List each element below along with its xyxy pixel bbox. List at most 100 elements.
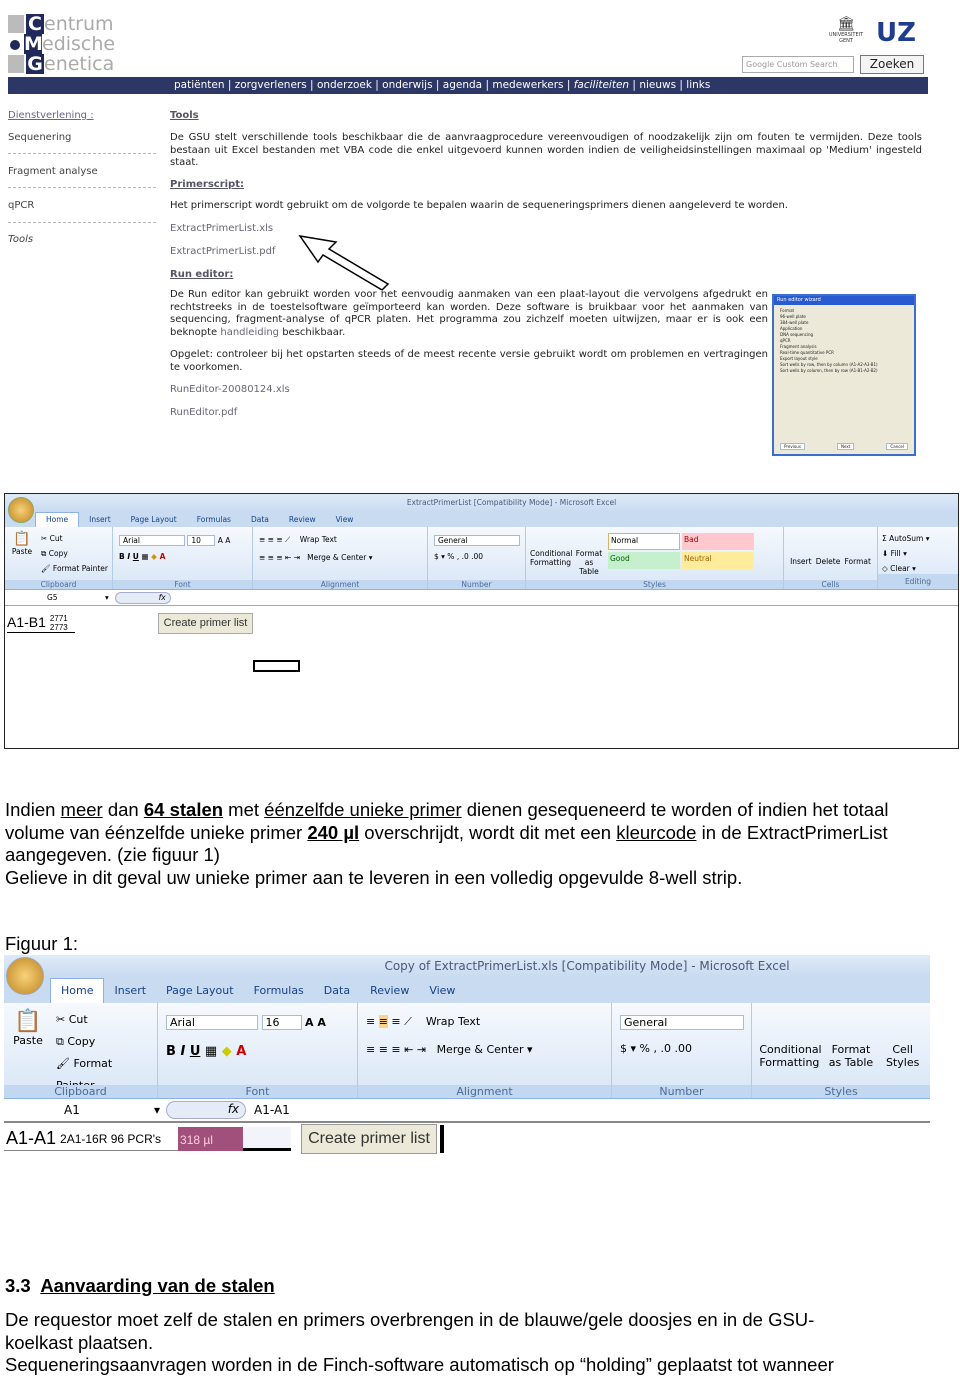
style-good[interactable]: Good — [608, 552, 680, 569]
formula-input[interactable]: A1-A1 — [254, 1103, 290, 1117]
link-extractprimerlist-pdf[interactable]: ExtractPrimerList.pdf — [170, 246, 922, 259]
run-editor-wizard-dialog: Run editor wizard Format 96-well plate 3… — [772, 294, 916, 456]
style-normal[interactable]: Normal — [608, 533, 680, 550]
tab-review[interactable]: Review — [360, 979, 419, 1003]
cells-group: Insert Delete Format Cells — [784, 527, 878, 589]
number-format-select[interactable]: General — [434, 535, 520, 546]
fill-button[interactable]: ⬇ Fill ▾ — [882, 546, 954, 561]
nav-onderwijs[interactable]: onderwijs — [382, 79, 432, 91]
style-neutral[interactable]: Neutral — [682, 552, 754, 569]
font-name-select[interactable]: Arial — [119, 535, 185, 546]
wrap-text-button[interactable]: Wrap Text — [300, 535, 337, 544]
cmg-logo: Centrum Medische Genetica — [8, 14, 115, 74]
dialog-title: Run editor wizard — [774, 296, 914, 305]
sidebar-title: Dienstverlening : — [8, 110, 94, 121]
conditional-formatting-button[interactable]: Conditional Formatting — [530, 533, 572, 583]
sidebar-item-fragment-analyse[interactable]: Fragment analyse — [8, 166, 98, 177]
tab-formulas[interactable]: Formulas — [244, 979, 314, 1003]
runeditor-text: De Run editor kan gebruikt worden voor h… — [170, 289, 768, 338]
number-format-select[interactable]: General — [620, 1015, 744, 1030]
clipboard-group: 📋Paste ✂ Cut⧉ Copy🖌 Format Painter Clipb… — [4, 1003, 158, 1098]
figure-label: Figuur 1: — [5, 933, 79, 954]
autosum-button[interactable]: Σ AutoSum ▾ — [882, 531, 954, 546]
merge-center-button[interactable]: Merge & Center — [437, 1043, 524, 1056]
font-size-select[interactable]: 10 — [187, 535, 216, 546]
style-bad[interactable]: Bad — [682, 533, 754, 550]
nav-zorgverleners[interactable]: zorgverleners — [235, 79, 307, 91]
name-box[interactable]: G5 — [5, 593, 105, 602]
nav-patienten[interactable]: patiënten — [174, 79, 224, 91]
tab-view[interactable]: View — [419, 979, 465, 1003]
font-size-select[interactable]: 16 — [261, 1015, 302, 1030]
nav-agenda[interactable]: agenda — [443, 79, 482, 91]
cut-button[interactable]: ✂ Cut — [56, 1009, 151, 1031]
copy-button[interactable]: ⧉ Copy — [41, 546, 108, 561]
format-as-table-button[interactable]: Format as Table — [574, 533, 604, 583]
fx-button[interactable]: fx — [166, 1101, 247, 1119]
font-format-buttons[interactable]: B I U ▦ ◆ A — [119, 552, 246, 561]
tab-home[interactable]: Home — [50, 978, 105, 1003]
cell-cursor — [440, 1125, 444, 1153]
tab-data[interactable]: Data — [314, 979, 360, 1003]
cancel-button[interactable]: Cancel — [886, 443, 908, 450]
excel-window-2: Copy of ExtractPrimerList.xls [Compatibi… — [4, 955, 930, 1155]
tab-review[interactable]: Review — [279, 513, 326, 527]
warning-text: Opgelet: controleer bij het opstarten st… — [170, 349, 768, 373]
link-handleiding[interactable]: handleiding — [220, 327, 279, 338]
cell-a1[interactable]: A1-A1 — [4, 1128, 60, 1149]
previous-button[interactable]: Previous — [780, 443, 805, 450]
sidebar-item-sequenering[interactable]: Sequenering — [8, 132, 71, 143]
tab-data[interactable]: Data — [241, 513, 279, 527]
excel-title: ExtractPrimerList [Compatibility Mode] -… — [5, 494, 958, 512]
sidebar-item-qpcr[interactable]: qPCR — [8, 200, 34, 211]
search-input[interactable]: Google Custom Search — [742, 56, 854, 73]
office-button-icon[interactable] — [8, 497, 34, 523]
name-box[interactable]: A1 — [4, 1103, 154, 1117]
alignment-group: ≡ ≡ ≡ ⟋ Wrap Text ≡ ≡ ≡ ⇤ ⇥ Merge & Cent… — [358, 1003, 612, 1098]
font-format-buttons[interactable]: B I U ▦ ◆ A — [166, 1044, 349, 1059]
nav-medewerkers[interactable]: medewerkers — [492, 79, 563, 91]
nav-onderzoek[interactable]: onderzoek — [317, 79, 372, 91]
link-extractprimerlist-xls[interactable]: ExtractPrimerList.xls — [170, 223, 922, 236]
selected-cell[interactable] — [253, 660, 300, 672]
website-screenshot: Centrum Medische Genetica 🏛 UNIVERSITEIT … — [4, 4, 928, 470]
primerscript-heading: Primerscript: — [170, 179, 244, 190]
tab-page-layout[interactable]: Page Layout — [121, 513, 187, 527]
tab-insert[interactable]: Insert — [104, 979, 156, 1003]
number-group: General $ ▾ % , .0 .00 Number — [612, 1003, 752, 1098]
cell-b1[interactable]: 2A1-16R 96 PCR's — [60, 1132, 178, 1146]
cell-c1-highlighted[interactable]: 318 µl — [178, 1126, 244, 1151]
font-name-select[interactable]: Arial — [166, 1015, 258, 1030]
wrap-text-button[interactable]: Wrap Text — [426, 1015, 480, 1028]
next-button[interactable]: Next — [837, 443, 855, 450]
fx-button[interactable]: fx — [114, 591, 171, 604]
clipboard-group: 📋Paste ✂ Cut⧉ Copy🖌 Format Painter Clipb… — [5, 527, 113, 589]
merge-center-button[interactable]: Merge & Center — [307, 553, 366, 562]
search-button[interactable]: Zoeken — [860, 55, 924, 74]
tab-view[interactable]: View — [326, 513, 364, 527]
runeditor-heading: Run editor: — [170, 269, 234, 280]
paste-icon: 📋 — [13, 531, 31, 547]
nav-nieuws[interactable]: nieuws — [639, 79, 676, 91]
nav-links[interactable]: links — [686, 79, 710, 91]
create-primer-list-button[interactable]: Create primer list — [158, 613, 253, 634]
tab-insert[interactable]: Insert — [79, 513, 121, 527]
copy-button[interactable]: ⧉ Copy — [56, 1031, 151, 1053]
ugent-logo: 🏛 UNIVERSITEIT GENT — [828, 16, 864, 44]
radio-export[interactable]: Sort wells by column, then by row (A1-B1… — [780, 368, 908, 374]
paragraph-kleurcode: Indien meer dan 64 stalen met éénzelfde … — [5, 799, 889, 888]
office-button-icon[interactable] — [6, 957, 44, 995]
tab-home[interactable]: Home — [35, 512, 80, 527]
nav-faciliteiten[interactable]: faciliteiten — [574, 79, 629, 91]
create-primer-list-button[interactable]: Create primer list — [301, 1124, 437, 1154]
format-painter-button[interactable]: 🖌 Format Painter — [41, 561, 108, 576]
cell-d1[interactable] — [243, 1126, 292, 1151]
tab-formulas[interactable]: Formulas — [187, 513, 241, 527]
paste-button[interactable]: Paste — [12, 547, 32, 556]
cut-button[interactable]: ✂ Cut — [41, 531, 108, 546]
cell-a1[interactable]: A1-B1 2771 2773 — [7, 614, 75, 634]
sidebar-item-tools[interactable]: Tools — [8, 234, 33, 245]
primerscript-text: Het primerscript wordt gebruikt om de vo… — [170, 200, 788, 211]
paste-button[interactable]: Paste — [13, 1034, 43, 1047]
tab-page-layout[interactable]: Page Layout — [156, 979, 244, 1003]
